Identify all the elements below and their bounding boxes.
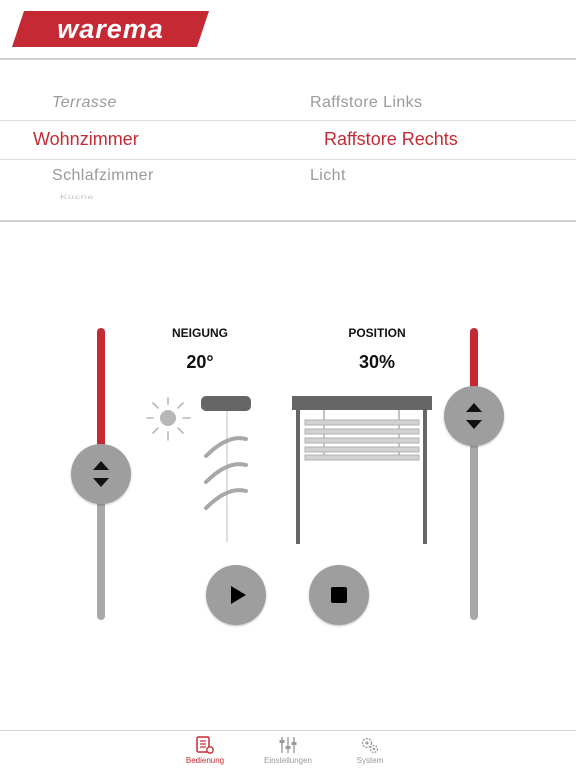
tilt-label: NEIGUNG xyxy=(171,326,228,340)
warema-logo: warema xyxy=(12,11,209,47)
tab-bar: Bedienung Einstellungen System xyxy=(0,730,576,769)
device-option-selected[interactable]: Raffstore Rechts xyxy=(324,129,458,150)
tab-system-label: System xyxy=(356,756,384,765)
sun-icon xyxy=(146,397,191,441)
position-slider-track[interactable] xyxy=(470,415,478,620)
sliders-icon xyxy=(279,737,297,753)
room-option-selected[interactable]: Wohnzimmer xyxy=(33,129,139,150)
blind-illustration xyxy=(292,396,432,544)
position-value: 30% xyxy=(358,352,396,372)
remote-control-icon xyxy=(196,736,214,754)
tab-einstellungen-label: Einstellungen xyxy=(263,756,313,765)
tilt-value: 20° xyxy=(186,352,214,372)
picker-bottom-rule xyxy=(0,220,576,222)
room-option-below[interactable]: Schlafzimmer xyxy=(52,167,154,185)
room-device-picker[interactable]: Terrasse Raffstore Links Wohnzimmer Raff… xyxy=(0,60,576,220)
selection-divider-top xyxy=(0,120,576,121)
room-option-above[interactable]: Terrasse xyxy=(52,94,117,112)
room-option-faint[interactable]: Küche xyxy=(60,194,94,201)
app-header: warema xyxy=(0,0,576,60)
selection-divider-bottom xyxy=(0,159,576,160)
tab-bedienung[interactable]: Bedienung xyxy=(170,733,240,769)
tab-einstellungen[interactable]: Einstellungen xyxy=(253,733,323,769)
stop-icon xyxy=(331,587,347,603)
tab-bedienung-label: Bedienung xyxy=(185,756,225,765)
slat-stack-icon xyxy=(201,396,251,542)
device-option-above[interactable]: Raffstore Links xyxy=(310,94,422,112)
device-option-below[interactable]: Licht xyxy=(310,167,346,185)
up-down-arrows-icon xyxy=(466,402,482,429)
gears-icon xyxy=(361,737,379,754)
play-icon xyxy=(231,586,246,604)
stop-button[interactable] xyxy=(309,565,369,625)
up-down-arrows-icon xyxy=(93,461,109,487)
tab-system[interactable]: System xyxy=(335,733,405,769)
position-slider-handle[interactable] xyxy=(444,385,504,446)
play-button[interactable] xyxy=(206,565,266,625)
position-label: POSITION xyxy=(348,326,406,340)
tilt-illustration xyxy=(146,396,251,542)
tilt-slider-handle[interactable] xyxy=(71,444,131,504)
